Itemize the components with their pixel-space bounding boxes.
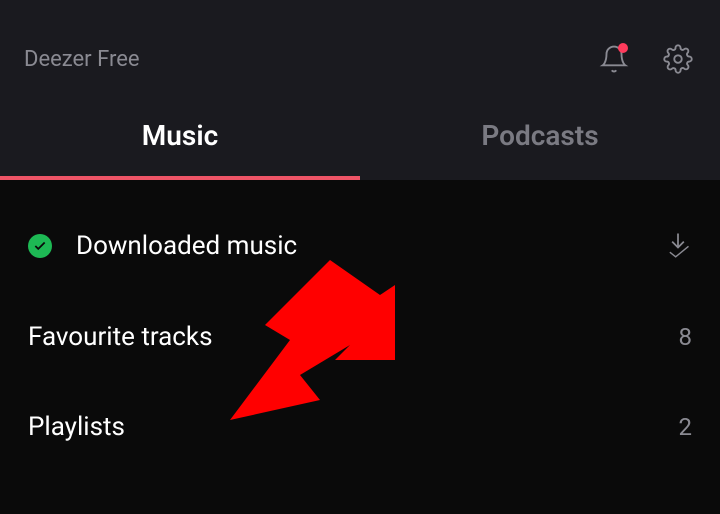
notification-dot-icon <box>618 43 628 53</box>
tab-music[interactable]: Music <box>0 90 360 180</box>
downloaded-label: Downloaded music <box>76 231 664 261</box>
tabs: Music Podcasts <box>0 90 720 180</box>
check-icon <box>28 234 52 258</box>
tab-podcasts-label: Podcasts <box>481 119 598 152</box>
favourites-count: 8 <box>679 323 693 351</box>
header: Deezer Free Music Podcasts <box>0 0 720 180</box>
gear-icon <box>663 44 693 74</box>
download-icon <box>664 230 692 262</box>
list-item-playlists[interactable]: Playlists 2 <box>0 382 720 472</box>
top-bar: Deezer Free <box>0 0 720 90</box>
app-title: Deezer Free <box>24 47 140 72</box>
settings-button[interactable] <box>660 41 696 77</box>
playlists-label: Playlists <box>28 412 679 442</box>
notifications-button[interactable] <box>596 41 632 77</box>
playlists-count: 2 <box>679 413 693 441</box>
top-icons <box>596 41 696 77</box>
favourites-label: Favourite tracks <box>28 322 679 352</box>
list-item-favourites[interactable]: Favourite tracks 8 <box>0 292 720 382</box>
tab-podcasts[interactable]: Podcasts <box>360 90 720 180</box>
tab-music-label: Music <box>142 119 218 152</box>
content: Downloaded music Favourite tracks 8 Play… <box>0 180 720 472</box>
list-item-downloaded[interactable]: Downloaded music <box>0 200 720 292</box>
